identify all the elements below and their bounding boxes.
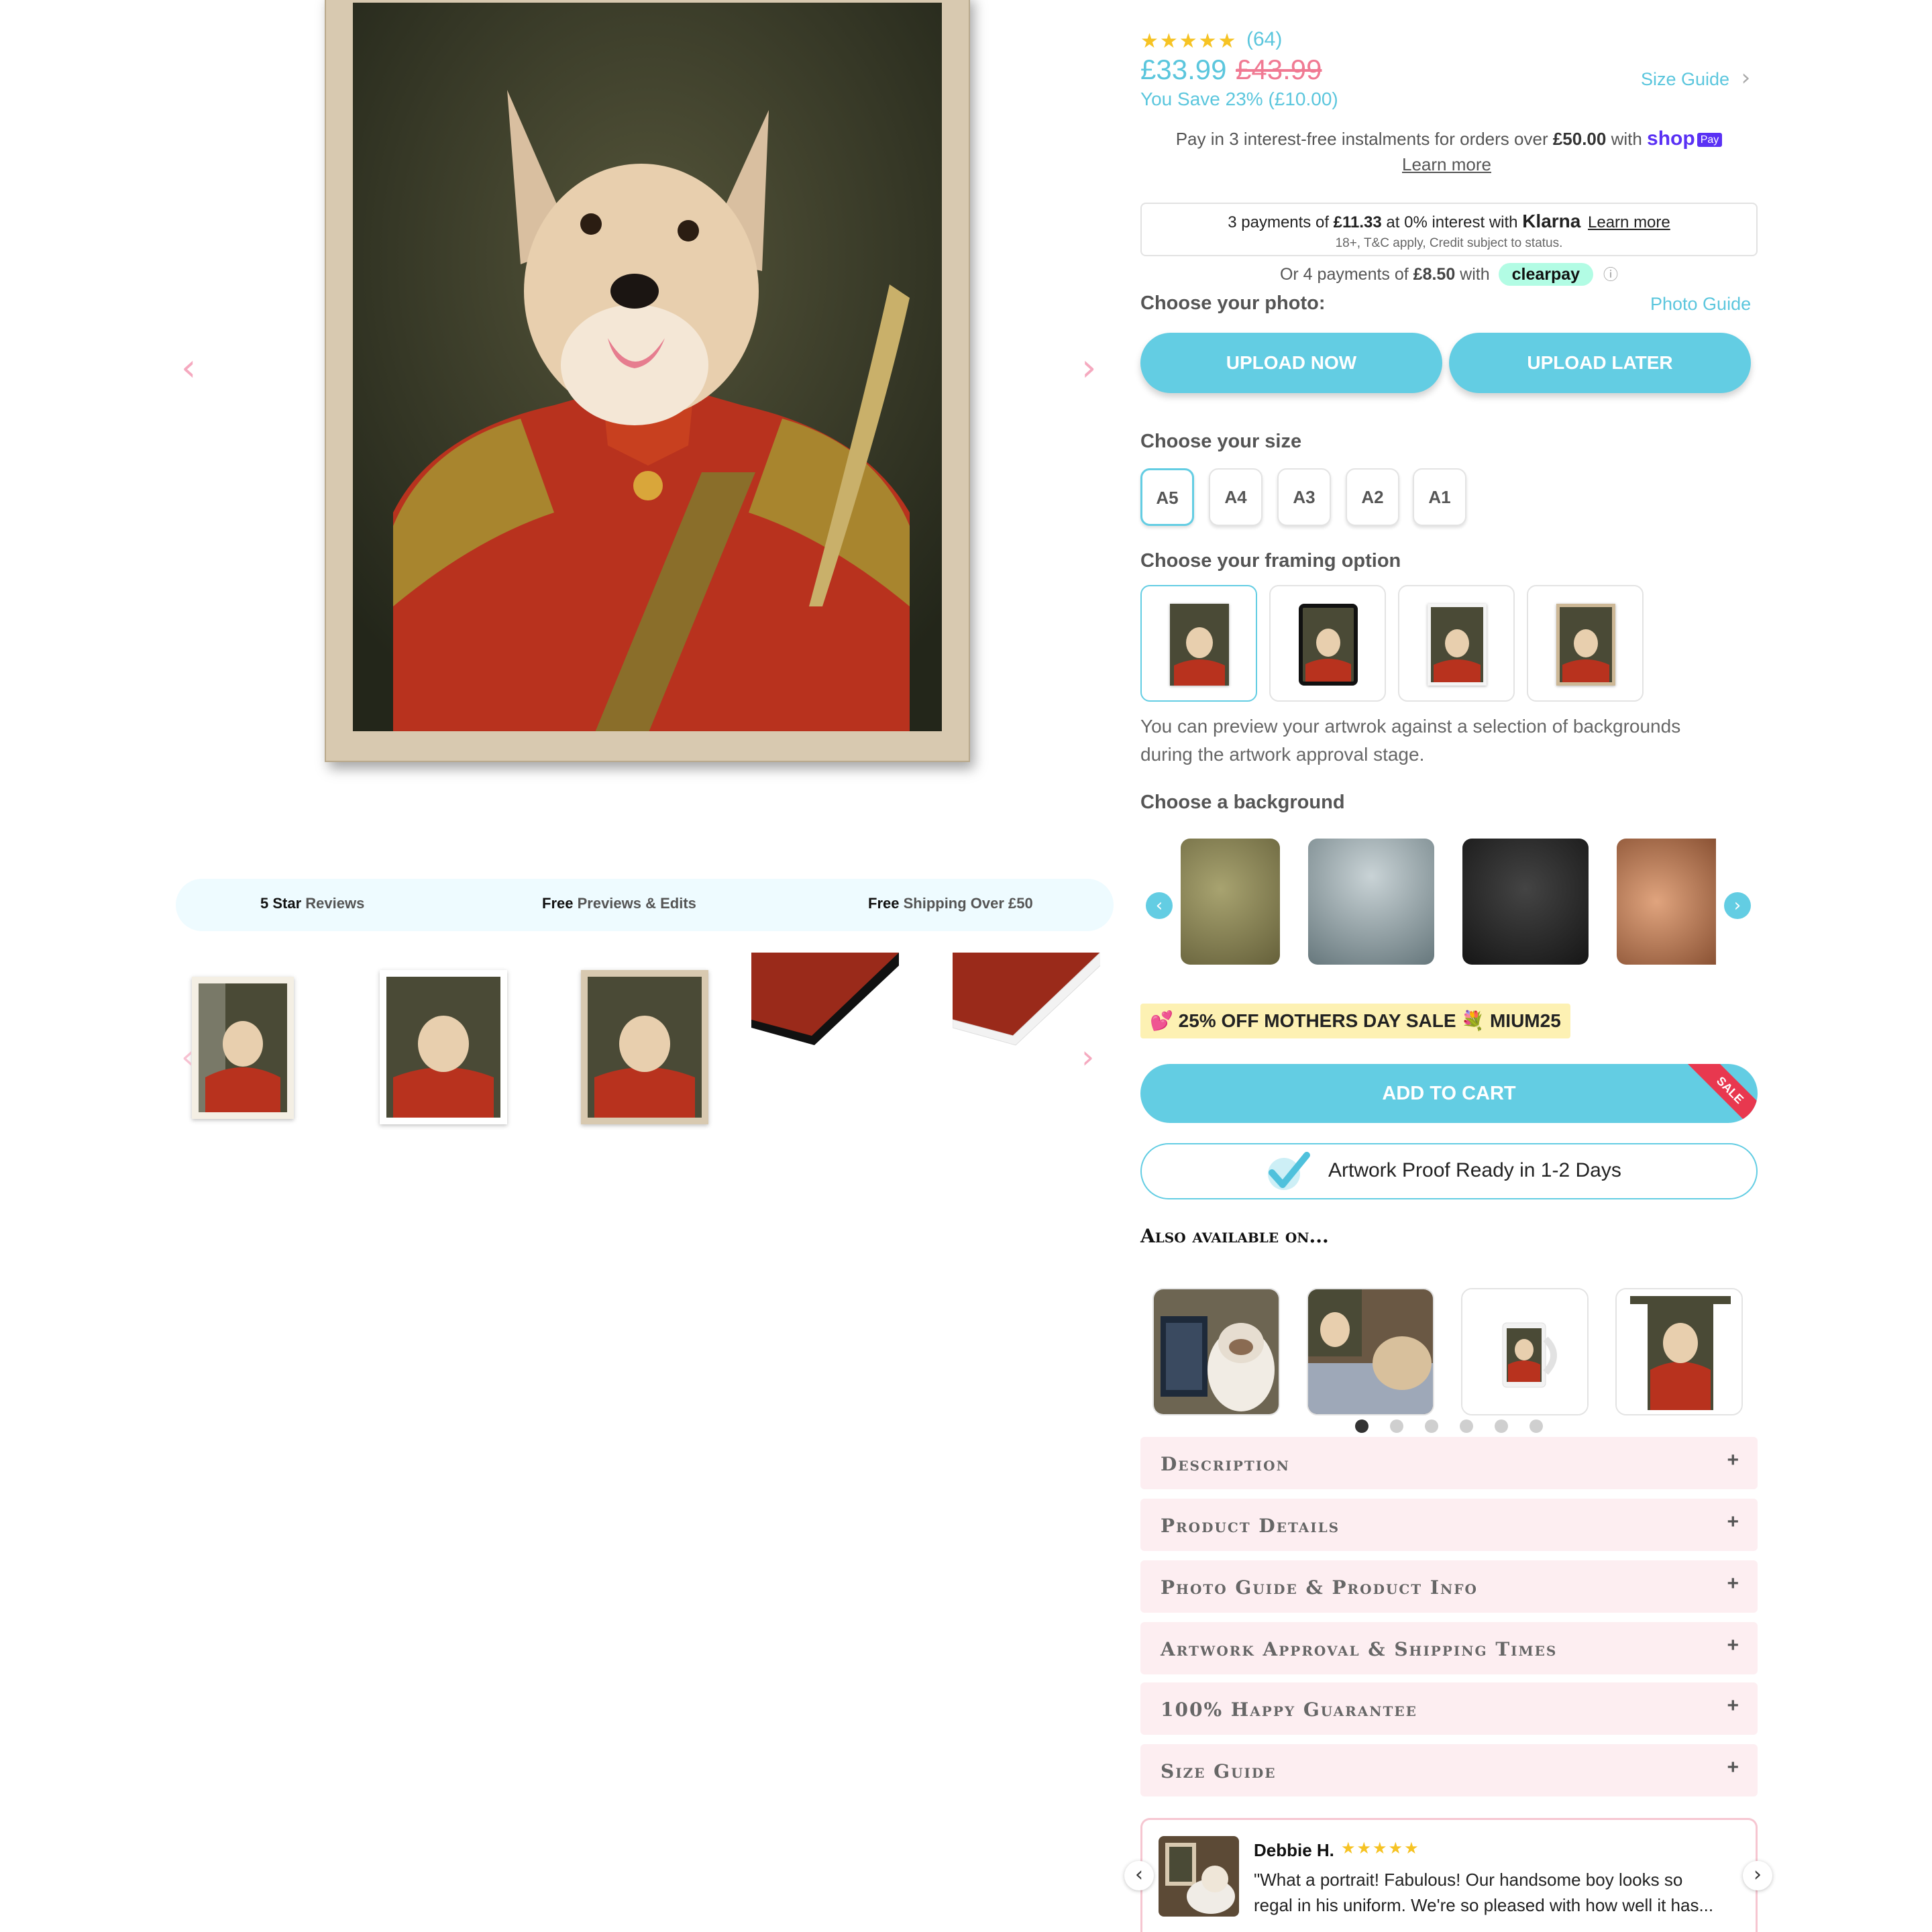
carousel-dot[interactable] xyxy=(1495,1419,1508,1433)
carousel-dot[interactable] xyxy=(1390,1419,1403,1433)
gallery-thumbnail-corner-black-frame[interactable] xyxy=(751,953,899,1053)
klarna-fine-print: 18+, T&C apply, Credit subject to status… xyxy=(1335,236,1563,250)
plus-icon: + xyxy=(1727,1756,1739,1778)
info-icon[interactable]: ⓘ xyxy=(1603,267,1618,284)
thumbnail-next-arrow[interactable]: › xyxy=(1081,1038,1094,1076)
chevron-right-icon: › xyxy=(1741,64,1751,91)
trust-badges-bar: 5 Star Reviews Free Previews & Edits Fre… xyxy=(176,879,1114,931)
gallery-thumbnail-corner-white-frame[interactable] xyxy=(953,953,1100,1053)
review-stars: ★★★★★ xyxy=(1341,1839,1420,1858)
gallery-thumbnail[interactable] xyxy=(581,970,708,1124)
choose-framing-heading: Choose your framing option xyxy=(1140,550,1401,572)
review-photo xyxy=(1159,1836,1239,1917)
add-to-cart-button[interactable]: ADD TO CART SALE xyxy=(1140,1064,1758,1123)
size-option-a2[interactable]: A2 xyxy=(1346,468,1399,526)
background-option-cloudy-blue[interactable] xyxy=(1308,839,1434,965)
background-option-olive[interactable] xyxy=(1181,839,1280,965)
review-prev-arrow[interactable]: ‹ xyxy=(1124,1861,1154,1890)
reviewer-name: Debbie H. xyxy=(1254,1840,1334,1860)
checkmark-icon xyxy=(1268,1152,1310,1190)
also-available-heading: Also available on... xyxy=(1140,1225,1329,1247)
plus-icon: + xyxy=(1727,1572,1739,1595)
background-option-copper[interactable] xyxy=(1617,839,1716,965)
price: £33.99 xyxy=(1140,54,1227,85)
review-next-arrow[interactable]: › xyxy=(1743,1861,1772,1890)
also-available-canvas-cat[interactable] xyxy=(1152,1288,1280,1415)
accordion-photo-guide[interactable]: Photo Guide & Product Info + xyxy=(1140,1560,1758,1613)
plus-icon: + xyxy=(1727,1449,1739,1471)
carousel-dot[interactable] xyxy=(1529,1419,1543,1433)
framing-option-wood-frame[interactable] xyxy=(1527,585,1644,702)
trust-badge-reviews: 5 Star Reviews xyxy=(260,895,365,912)
accordion-size-guide[interactable]: Size Guide + xyxy=(1140,1744,1758,1796)
framing-note: You can preview your artwrok against a s… xyxy=(1140,716,1681,765)
also-available-blanket-dog[interactable] xyxy=(1307,1288,1434,1415)
framing-option-unframed[interactable] xyxy=(1140,585,1257,702)
trust-badge-previews: Free Previews & Edits xyxy=(542,895,696,912)
compare-price: £43.99 xyxy=(1236,54,1322,85)
carousel-dot-active[interactable] xyxy=(1355,1419,1368,1433)
gallery-prev-arrow[interactable]: ‹ xyxy=(181,346,196,390)
upload-later-button[interactable]: UPLOAD LATER xyxy=(1449,333,1751,393)
background-next-arrow[interactable]: › xyxy=(1724,892,1751,919)
also-available-mug[interactable] xyxy=(1461,1288,1589,1415)
klarna-box: 3 payments of £11.33 at 0% interest with… xyxy=(1140,203,1758,256)
background-prev-arrow[interactable]: ‹ xyxy=(1146,892,1173,919)
shop-pay-logo: shop xyxy=(1647,127,1695,150)
carousel-dot[interactable] xyxy=(1460,1419,1473,1433)
size-guide-link[interactable]: Size Guide › xyxy=(1641,64,1750,91)
promo-code: MIUM25 xyxy=(1489,1010,1561,1031)
shop-pay-badge: Pay xyxy=(1697,133,1723,147)
background-option-black[interactable] xyxy=(1462,839,1589,965)
also-available-tea-towel[interactable] xyxy=(1615,1288,1743,1415)
size-option-a3[interactable]: A3 xyxy=(1277,468,1331,526)
promo-banner: 💕 25% OFF MOTHERS DAY SALE 💐 MIUM25 xyxy=(1140,1004,1570,1038)
proof-ready-badge: Artwork Proof Ready in 1-2 Days xyxy=(1140,1143,1758,1199)
shop-pay-learn-more[interactable]: Learn more xyxy=(1402,154,1491,175)
klarna-learn-more[interactable]: Learn more xyxy=(1588,213,1670,231)
bouquet-icon: 💐 xyxy=(1461,1010,1485,1032)
rating-stars: ★★★★★ xyxy=(1140,30,1238,53)
choose-background-heading: Choose a background xyxy=(1140,792,1345,813)
size-option-a4[interactable]: A4 xyxy=(1209,468,1263,526)
dog-portrait-illustration xyxy=(353,3,942,731)
review-text: "What a portrait! Fabulous! Our handsome… xyxy=(1254,1870,1714,1915)
photo-guide-link[interactable]: Photo Guide xyxy=(1650,294,1751,315)
upload-now-button[interactable]: UPLOAD NOW xyxy=(1140,333,1442,393)
accordion-artwork-approval[interactable]: Artwork Approval & Shipping Times + xyxy=(1140,1622,1758,1674)
plus-icon: + xyxy=(1727,1511,1739,1533)
plus-icon: + xyxy=(1727,1695,1739,1717)
main-product-image[interactable] xyxy=(325,0,970,762)
framing-option-black-frame[interactable] xyxy=(1269,585,1386,702)
choose-size-heading: Choose your size xyxy=(1140,431,1302,452)
hearts-icon: 💕 xyxy=(1150,1010,1173,1032)
review-count[interactable]: (64) xyxy=(1246,28,1282,51)
plus-icon: + xyxy=(1727,1634,1739,1656)
accordion-happy-guarantee[interactable]: 100% Happy Guarantee + xyxy=(1140,1682,1758,1735)
accordion-description[interactable]: Description + xyxy=(1140,1437,1758,1489)
clearpay-logo: clearpay xyxy=(1498,263,1594,286)
carousel-dot[interactable] xyxy=(1425,1419,1438,1433)
review-card: Debbie H. ★★★★★ "What a portrait! Fabulo… xyxy=(1140,1818,1758,1932)
clearpay-message: Or 4 payments of £8.50 with clearpay ⓘ xyxy=(1140,263,1758,286)
trust-badge-shipping: Free Shipping Over £50 xyxy=(868,895,1033,912)
shop-pay-message: Pay in 3 interest-free instalments for o… xyxy=(1140,127,1758,150)
size-option-a1[interactable]: A1 xyxy=(1413,468,1466,526)
klarna-logo: Klarna xyxy=(1522,211,1581,231)
size-option-a5[interactable]: A5 xyxy=(1140,468,1194,526)
framing-option-white-frame[interactable] xyxy=(1398,585,1515,702)
savings-text: You Save 23% (£10.00) xyxy=(1140,89,1338,109)
gallery-thumbnail[interactable] xyxy=(380,970,507,1124)
thumbnail-prev-arrow[interactable]: ‹ xyxy=(181,1038,194,1076)
gallery-thumbnail[interactable] xyxy=(192,977,294,1119)
gallery-next-arrow[interactable]: › xyxy=(1081,346,1096,390)
accordion-product-details[interactable]: Product Details + xyxy=(1140,1499,1758,1551)
choose-photo-heading: Choose your photo: xyxy=(1140,292,1326,314)
